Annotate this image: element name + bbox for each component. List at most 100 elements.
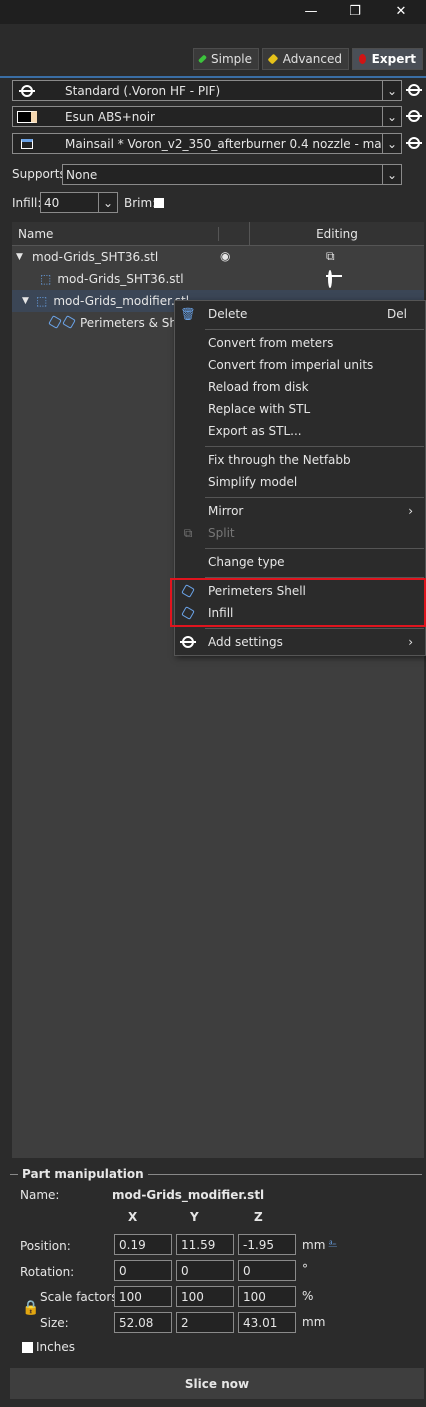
- column-editing[interactable]: Editing: [250, 227, 424, 241]
- chevron-down-icon[interactable]: ⌄: [382, 107, 401, 126]
- menu-item-reload[interactable]: Reload from disk: [175, 376, 425, 398]
- collapse-arrow-icon[interactable]: ▼: [12, 252, 28, 262]
- size-unit: mm: [302, 1315, 326, 1329]
- delete-shortcut: Del: [387, 307, 407, 321]
- menu-item-mirror[interactable]: Mirror ›: [175, 500, 425, 522]
- position-x-field[interactable]: 0.19: [114, 1234, 172, 1255]
- rotation-x-field[interactable]: 0: [114, 1260, 172, 1281]
- tree-row-part[interactable]: ⬚ mod-Grids_SHT36.stl: [12, 268, 424, 290]
- menu-separator: [205, 548, 424, 549]
- gear-icon: [406, 84, 422, 96]
- gear-icon: [406, 137, 422, 149]
- modifier-label: mod-Grids_modifier.stl: [53, 294, 190, 308]
- mode-label: Expert: [371, 52, 416, 66]
- scale-unit: %: [302, 1289, 314, 1303]
- maximize-button[interactable]: ❐: [332, 0, 378, 22]
- settings-cube-icon: [62, 315, 76, 329]
- print-preset-value: Standard (.Voron HF - PIF): [65, 83, 221, 98]
- chevron-down-icon[interactable]: ⌄: [382, 165, 401, 184]
- menu-item-convert-meters[interactable]: Convert from meters: [175, 332, 425, 354]
- menu-separator: [205, 497, 424, 498]
- chevron-down-icon[interactable]: ⌄: [382, 81, 401, 100]
- menu-item-change-type[interactable]: Change type: [175, 551, 425, 573]
- size-x-field[interactable]: 52.08: [114, 1312, 172, 1333]
- printer-preset-combo[interactable]: Mainsail * Voron_v2_350_afterburner 0.4 …: [12, 133, 402, 154]
- rotation-y-field[interactable]: 0: [176, 1260, 234, 1281]
- expert-mode-icon: [359, 54, 366, 64]
- menu-item-convert-imperial[interactable]: Convert from imperial units: [175, 354, 425, 376]
- menu-item-add-settings[interactable]: Add settings ›: [175, 631, 425, 653]
- inches-checkbox[interactable]: [22, 1342, 33, 1353]
- position-label: Position:: [20, 1239, 71, 1253]
- trash-icon: 🗑: [180, 307, 196, 321]
- menu-item-split: ⧉ Split: [175, 522, 425, 544]
- supports-combo[interactable]: None ⌄: [62, 164, 402, 185]
- separator-line: [0, 76, 426, 78]
- submenu-arrow-icon: ›: [408, 635, 413, 649]
- slice-now-button[interactable]: Slice now: [10, 1368, 424, 1399]
- position-z-field[interactable]: -1.95: [238, 1234, 296, 1255]
- part-icon: ⬚: [40, 272, 52, 286]
- printer-icon: [21, 138, 33, 149]
- menu-item-replace[interactable]: Replace with STL: [175, 398, 425, 420]
- rotation-label: Rotation:: [20, 1265, 75, 1279]
- mode-expert-button[interactable]: Expert: [352, 48, 423, 70]
- edit-settings-icon[interactable]: ⧉: [326, 249, 335, 264]
- part-label: mod-Grids_SHT36.stl: [57, 272, 184, 286]
- axis-y-label: Y: [190, 1210, 199, 1224]
- scale-x-field[interactable]: 100: [114, 1286, 172, 1307]
- gear-icon[interactable]: [328, 270, 332, 288]
- size-y-field[interactable]: 2: [176, 1312, 234, 1333]
- position-y-field[interactable]: 11.59: [176, 1234, 234, 1255]
- chevron-down-icon[interactable]: ⌄: [98, 193, 117, 212]
- infill-label: Infill:: [12, 196, 42, 210]
- tree-row-object[interactable]: ▼ mod-Grids_SHT36.stl ◉ ⧉: [12, 246, 424, 268]
- mode-simple-button[interactable]: Simple: [193, 48, 259, 70]
- rotation-unit: °: [302, 1262, 308, 1276]
- filament-settings-button[interactable]: [405, 107, 423, 125]
- simple-mode-icon: [197, 54, 208, 64]
- lock-icon[interactable]: 🔒: [22, 1300, 39, 1316]
- split-icon: ⧉: [183, 525, 193, 540]
- minimize-button[interactable]: —: [288, 0, 334, 22]
- eye-icon[interactable]: ◉: [220, 249, 230, 263]
- settings-cube-icon: [48, 315, 62, 329]
- mode-advanced-button[interactable]: Advanced: [262, 48, 349, 70]
- menu-item-fix-netfabb[interactable]: Fix through the Netfabb: [175, 449, 425, 471]
- menu-separator: [205, 446, 424, 447]
- infill-combo[interactable]: 40 ⌄: [40, 192, 118, 213]
- menu-item-delete[interactable]: 🗑 Delete Del: [175, 303, 425, 325]
- brim-label: Brim:: [124, 196, 157, 210]
- filament-preset-value: Esun ABS+noir: [65, 109, 155, 124]
- drop-to-bed-icon[interactable]: ⎁: [328, 1236, 338, 1251]
- menu-separator: [205, 628, 424, 629]
- name-label: Name:: [20, 1188, 60, 1202]
- scale-label: Scale factors:: [40, 1290, 122, 1304]
- scale-y-field[interactable]: 100: [176, 1286, 234, 1307]
- scale-z-field[interactable]: 100: [238, 1286, 296, 1307]
- filament-preset-combo[interactable]: Esun ABS+noir ⌄: [12, 106, 402, 127]
- inches-label: Inches: [36, 1340, 75, 1354]
- column-visibility[interactable]: [219, 221, 250, 246]
- print-settings-button[interactable]: [405, 81, 423, 99]
- print-preset-combo[interactable]: Standard (.Voron HF - PIF) ⌄: [12, 80, 402, 101]
- object-label: mod-Grids_SHT36.stl: [32, 250, 159, 264]
- axis-x-label: X: [128, 1210, 138, 1224]
- printer-settings-button[interactable]: [405, 134, 423, 152]
- size-z-field[interactable]: 43.01: [238, 1312, 296, 1333]
- position-unit: mm: [302, 1238, 326, 1252]
- supports-value: None: [66, 167, 98, 182]
- menu-item-simplify[interactable]: Simplify model: [175, 471, 425, 493]
- object-list-header: Name Editing: [12, 221, 424, 246]
- menu-item-export[interactable]: Export as STL...: [175, 420, 425, 442]
- mode-label: Simple: [211, 52, 252, 66]
- collapse-arrow-icon[interactable]: ▼: [12, 296, 34, 306]
- chevron-down-icon[interactable]: ⌄: [382, 134, 401, 153]
- close-button[interactable]: ✕: [378, 0, 424, 22]
- part-manipulation-panel: Part manipulation Name: mod-Grids_modifi…: [10, 1162, 424, 1362]
- column-name[interactable]: Name: [12, 226, 219, 241]
- mode-label: Advanced: [282, 52, 342, 66]
- brim-checkbox[interactable]: [154, 198, 164, 208]
- rotation-z-field[interactable]: 0: [238, 1260, 296, 1281]
- infill-value: 40: [44, 195, 60, 210]
